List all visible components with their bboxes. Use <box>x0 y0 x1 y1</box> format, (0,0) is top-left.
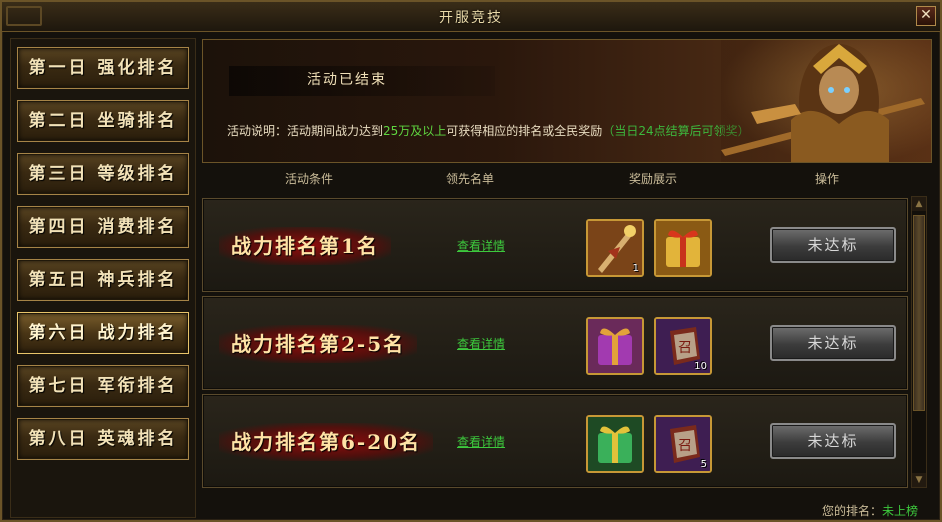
tab-day-4[interactable]: 第四日 消费排名 <box>17 206 189 248</box>
svg-text:召: 召 <box>678 340 692 356</box>
hero-warrior-icon <box>721 40 931 162</box>
my-rank-label: 您的排名： <box>821 504 882 518</box>
rank-condition: 战力排名第2-5名 <box>219 325 418 363</box>
gift-box-gold-icon <box>656 221 710 275</box>
my-rank: 您的排名：未上榜 <box>822 502 918 519</box>
tab-day-5[interactable]: 第五日 神兵排名 <box>17 259 189 301</box>
tab-day-3[interactable]: 第三日 等级排名 <box>17 153 189 195</box>
event-status: 活动已结束 <box>229 66 495 96</box>
list-scrollbar[interactable]: ▲ ▼ <box>911 196 927 488</box>
reward-slot[interactable] <box>586 317 644 375</box>
reward-row: 战力排名第6-20名 查看详情 召 5 未达标 <box>202 394 908 488</box>
reward-list: 战力排名第1名 查看详情 1 未达标 战力排名第2-5名 查看详情 召 10 未… <box>202 192 908 492</box>
col-header-action: 操作 <box>815 172 840 186</box>
desc-middle: 可获得相应的排名或全民奖励 <box>446 124 603 138</box>
reward-slot[interactable] <box>654 219 712 277</box>
reward-slot[interactable] <box>586 415 644 473</box>
event-description: 活动说明：活动期间战力达到25万及以上可获得相应的排名或全民奖励（当日24点结算… <box>227 122 750 139</box>
my-rank-value: 未上榜 <box>881 504 918 518</box>
window-title: 开服竞技 <box>439 10 503 26</box>
rank-condition: 战力排名第1名 <box>219 227 391 265</box>
reward-qty: 10 <box>694 361 707 372</box>
desc-highlight: 25万及以上 <box>383 124 447 138</box>
col-header-condition: 活动条件 <box>285 172 334 186</box>
reward-row: 战力排名第2-5名 查看详情 召 10 未达标 <box>202 296 908 390</box>
tab-day-6[interactable]: 第六日 战力排名 <box>17 312 189 354</box>
day-tabs-sidebar: 第一日 强化排名 第二日 坐骑排名 第三日 等级排名 第四日 消费排名 第五日 … <box>10 38 196 518</box>
reward-row: 战力排名第1名 查看详情 1 未达标 <box>202 198 908 292</box>
reward-qty: 1 <box>632 263 639 274</box>
tab-day-2[interactable]: 第二日 坐骑排名 <box>17 100 189 142</box>
claim-button[interactable]: 未达标 <box>770 325 896 361</box>
reward-slot[interactable]: 1 <box>586 219 644 277</box>
event-banner: 活动已结束 活动说明：活动期间战力达到25万及以上可获得相应的排名或全民奖励（当… <box>202 39 932 163</box>
col-header-rewards: 奖励展示 <box>629 172 678 186</box>
svg-text:召: 召 <box>678 438 692 454</box>
reward-qty: 5 <box>700 459 707 470</box>
scroll-up-icon[interactable]: ▲ <box>912 197 926 211</box>
desc-prefix: 活动说明：活动期间战力达到 <box>227 124 384 138</box>
scroll-thumb[interactable] <box>913 215 925 411</box>
tab-day-7[interactable]: 第七日 军衔排名 <box>17 365 189 407</box>
view-details-link[interactable]: 查看详情 <box>457 237 505 254</box>
close-button[interactable]: ✕ <box>916 6 936 26</box>
view-details-link[interactable]: 查看详情 <box>457 433 505 450</box>
event-window: 开服竞技 ✕ 第一日 强化排名 第二日 坐骑排名 第三日 等级排名 第四日 消费… <box>0 0 942 522</box>
reward-slot[interactable]: 召 5 <box>654 415 712 473</box>
claim-button[interactable]: 未达标 <box>770 423 896 459</box>
rank-condition: 战力排名第6-20名 <box>219 423 434 461</box>
reward-slot[interactable]: 召 10 <box>654 317 712 375</box>
view-details-link[interactable]: 查看详情 <box>457 335 505 352</box>
col-header-leaders: 领先名单 <box>446 172 495 186</box>
gift-box-purple-icon <box>588 319 642 373</box>
gift-box-green-icon <box>588 417 642 471</box>
tab-day-8[interactable]: 第八日 英魂排名 <box>17 418 189 460</box>
claim-button[interactable]: 未达标 <box>770 227 896 263</box>
title-bar[interactable]: 开服竞技 ✕ <box>2 2 940 32</box>
tab-day-1[interactable]: 第一日 强化排名 <box>17 47 189 89</box>
scroll-down-icon[interactable]: ▼ <box>912 473 926 487</box>
